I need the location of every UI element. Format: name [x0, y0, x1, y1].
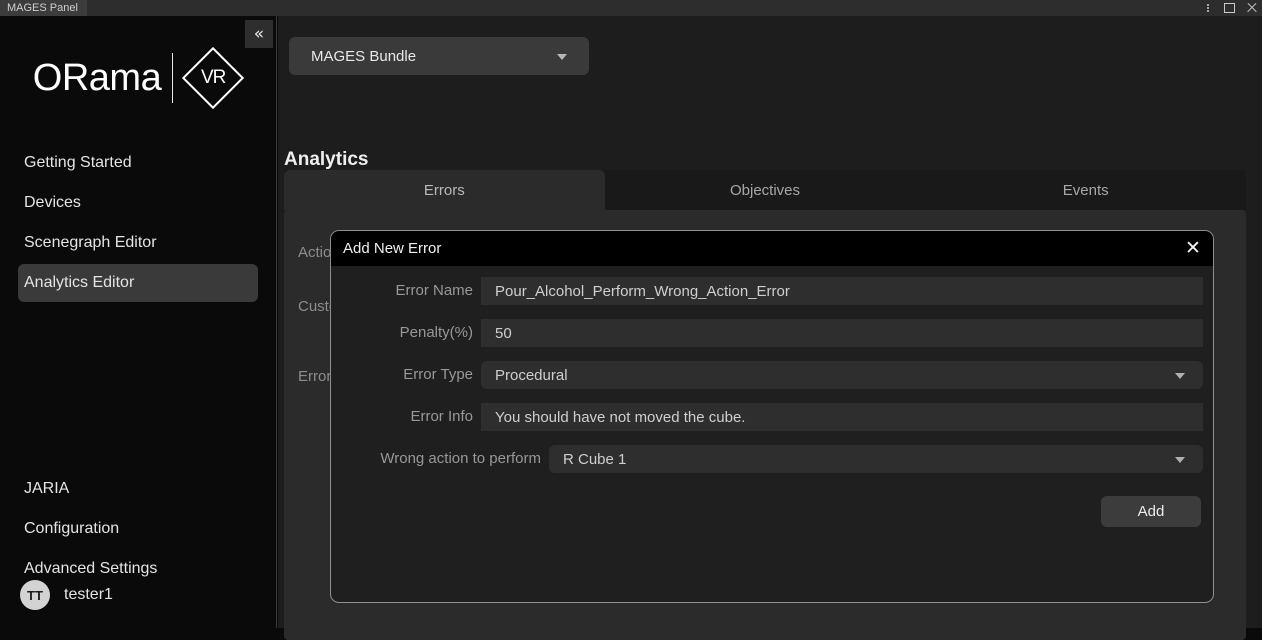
- input-value: 50: [481, 325, 512, 342]
- user-account-row[interactable]: TT tester1: [20, 580, 113, 610]
- sidebar-item-label: Advanced Settings: [24, 560, 157, 578]
- logo-diamond-icon: VR: [182, 47, 244, 109]
- sidebar-item-label: Scenegraph Editor: [24, 234, 157, 252]
- orama-vr-logo: ORama VR: [0, 32, 277, 124]
- field-label: Error Info: [331, 403, 473, 431]
- bundle-select-dropdown[interactable]: MAGES Bundle: [289, 37, 589, 75]
- dialog-title: Add New Error: [343, 240, 441, 257]
- add-new-error-dialog: Add New Error ✕ Error Name Pour_Alcohol_…: [330, 230, 1214, 603]
- sidebar-item-label: Analytics Editor: [24, 274, 134, 292]
- window-title-bar: MAGES Panel: [0, 0, 1262, 16]
- window-controls: [1202, 0, 1258, 16]
- maximize-icon[interactable]: [1224, 2, 1236, 14]
- sidebar-item-label: Configuration: [24, 520, 119, 538]
- sidebar-item-getting-started[interactable]: Getting Started: [18, 144, 258, 182]
- input-value: You should have not moved the cube.: [481, 409, 745, 426]
- page-title: Analytics: [284, 149, 368, 171]
- field-label: Error Type: [331, 361, 473, 389]
- sidebar-item-jaria[interactable]: JARIA: [18, 470, 258, 508]
- field-row-error-name: Error Name Pour_Alcohol_Perform_Wrong_Ac…: [331, 277, 1214, 305]
- user-name-label: tester1: [64, 586, 113, 604]
- field-label: Error Name: [331, 277, 473, 305]
- sidebar-item-label: Devices: [24, 194, 81, 212]
- window-tab-mages-panel[interactable]: MAGES Panel: [0, 0, 87, 16]
- tab-objectives[interactable]: Objectives: [605, 170, 926, 210]
- more-options-icon[interactable]: [1202, 2, 1214, 14]
- bundle-select-value: MAGES Bundle: [289, 48, 416, 65]
- field-label: Wrong action to perform: [331, 445, 541, 473]
- dropdown-value: R Cube 1: [549, 451, 626, 468]
- tab-label: Events: [1063, 182, 1109, 199]
- sidebar-item-label: Getting Started: [24, 154, 132, 172]
- wrong-action-dropdown[interactable]: R Cube 1: [549, 445, 1203, 473]
- sidebar-item-devices[interactable]: Devices: [18, 184, 258, 222]
- logo-wordmark: ORama: [33, 57, 172, 100]
- chevron-down-icon: [1175, 457, 1185, 463]
- error-type-dropdown[interactable]: Procedural: [481, 361, 1203, 389]
- dialog-header: [331, 231, 1214, 266]
- penalty-input[interactable]: 50: [481, 319, 1203, 347]
- close-icon[interactable]: [1246, 2, 1258, 14]
- tab-errors[interactable]: Errors: [284, 170, 605, 210]
- field-row-penalty: Penalty(%) 50: [331, 319, 1214, 347]
- field-row-error-info: Error Info You should have not moved the…: [331, 403, 1214, 431]
- field-row-wrong-action: Wrong action to perform R Cube 1: [331, 445, 1214, 473]
- dropdown-value: Procedural: [481, 367, 568, 384]
- error-info-input[interactable]: You should have not moved the cube.: [481, 403, 1203, 431]
- field-label: Penalty(%): [331, 319, 473, 347]
- avatar: TT: [20, 580, 50, 610]
- sidebar-item-scenegraph-editor[interactable]: Scenegraph Editor: [18, 224, 258, 262]
- tab-label: Objectives: [730, 182, 800, 199]
- tab-label: Errors: [424, 182, 465, 199]
- field-row-error-type: Error Type Procedural: [331, 361, 1214, 389]
- logo-vr-text: VR: [201, 67, 225, 89]
- chevron-down-icon: [1175, 373, 1185, 379]
- sidebar: « ORama VR Getting Started Devices Scene…: [0, 16, 277, 628]
- input-value: Pour_Alcohol_Perform_Wrong_Action_Error: [481, 283, 790, 300]
- close-icon[interactable]: ✕: [1183, 238, 1203, 258]
- sidebar-item-analytics-editor[interactable]: Analytics Editor: [18, 264, 258, 302]
- analytics-tabs: Errors Objectives Events: [284, 170, 1246, 210]
- tab-events[interactable]: Events: [925, 170, 1246, 210]
- chevron-down-icon: [557, 54, 567, 60]
- error-name-input[interactable]: Pour_Alcohol_Perform_Wrong_Action_Error: [481, 277, 1203, 305]
- sidebar-item-configuration[interactable]: Configuration: [18, 510, 258, 548]
- sidebar-item-label: JARIA: [24, 480, 69, 498]
- logo-divider: [172, 53, 173, 103]
- add-button[interactable]: Add: [1101, 496, 1201, 527]
